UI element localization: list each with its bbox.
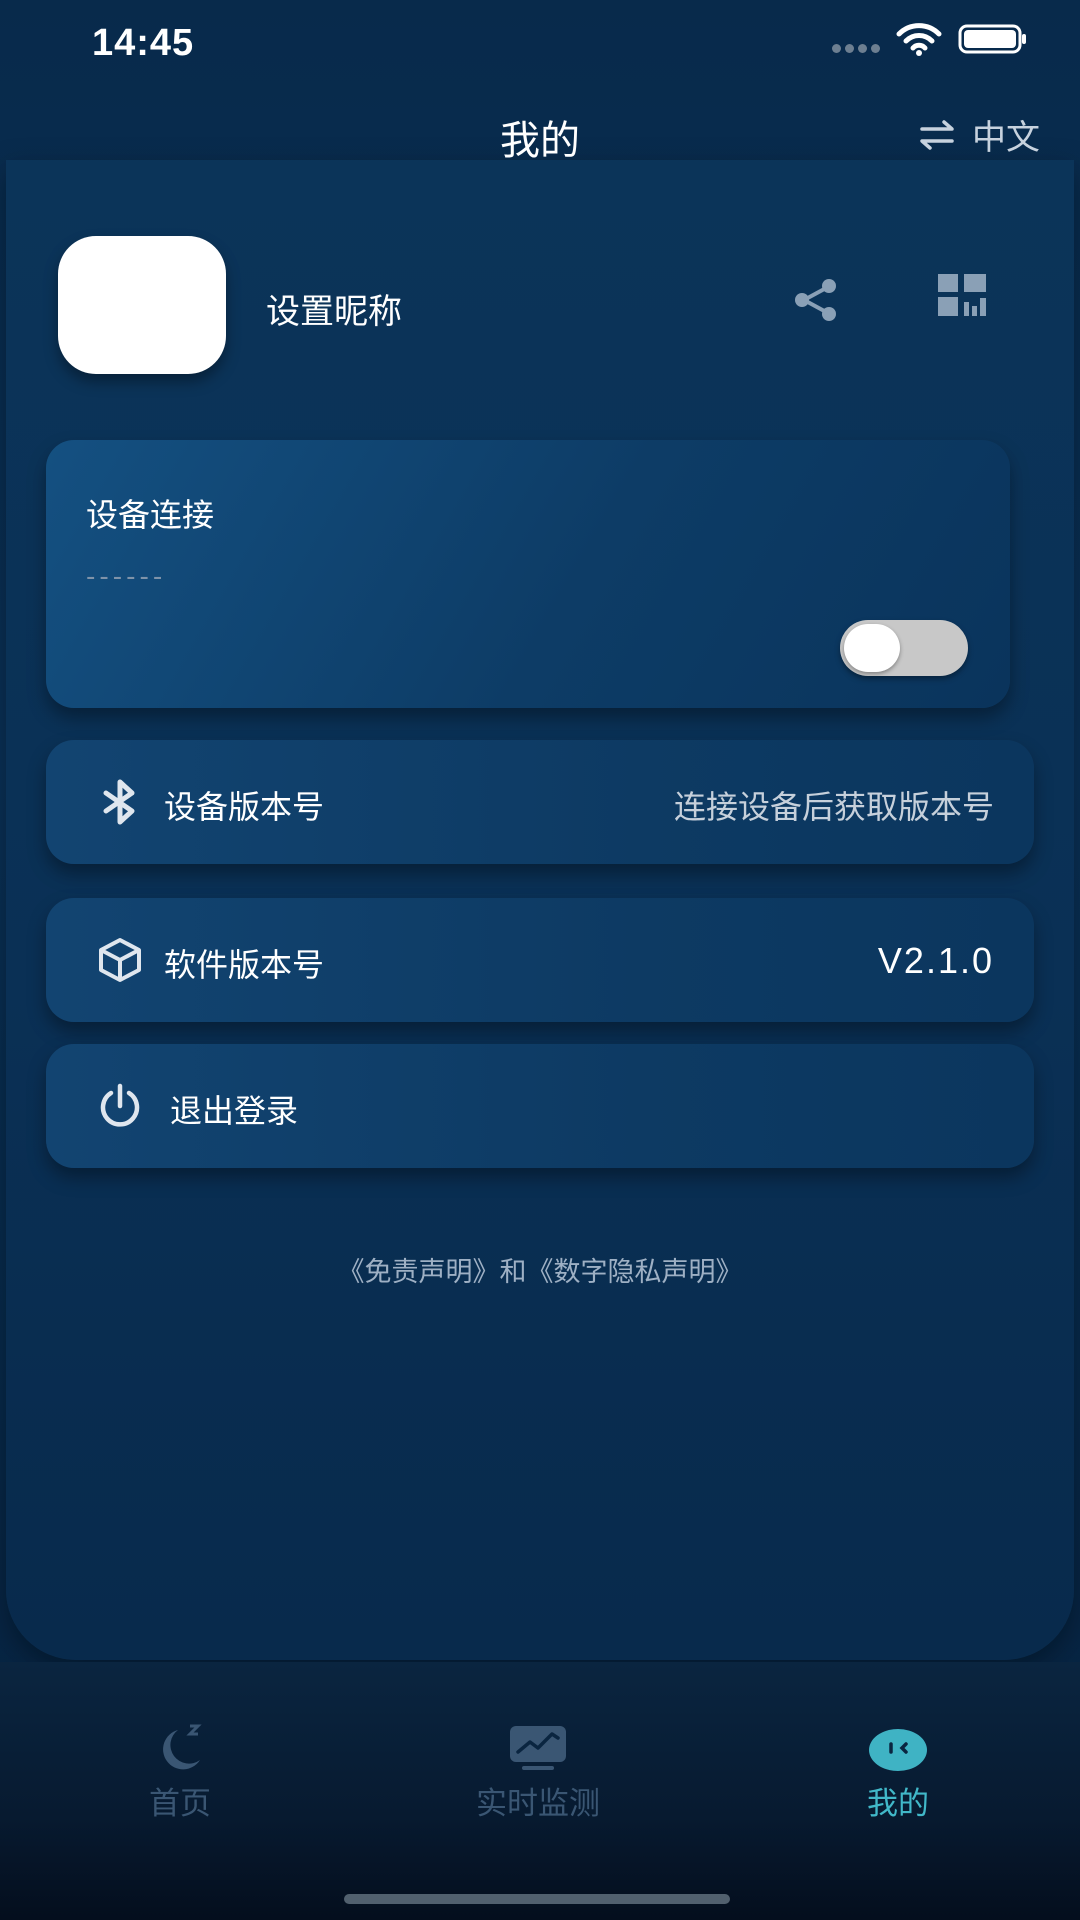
bluetooth-icon xyxy=(103,779,135,825)
device-connection-card: 设备连接 ------ xyxy=(46,440,1010,708)
language-switch[interactable]: 中文 xyxy=(916,110,1040,159)
tab-monitor-label: 实时监测 xyxy=(476,1786,600,1822)
avatar[interactable] xyxy=(58,236,226,374)
device-version-value: 连接设备后获取版本号 xyxy=(673,788,994,826)
moon-icon xyxy=(163,1724,202,1770)
power-icon xyxy=(100,1083,140,1127)
device-connection-status: ------ xyxy=(86,562,167,592)
grid-icon[interactable] xyxy=(936,272,988,318)
software-version-row: 软件版本号 V2.1.0 xyxy=(46,898,1034,1022)
logout-label: 退出登录 xyxy=(170,1092,299,1130)
signal-dots-icon xyxy=(832,44,880,53)
tab-mine[interactable]: 我的 xyxy=(798,1722,998,1823)
nickname-label[interactable]: 设置昵称 xyxy=(266,284,402,333)
language-label: 中文 xyxy=(972,118,1040,158)
screen: 14:45 我的 中文 设置昵称 设备连接 ------ 设备版本号 连接设备后… xyxy=(0,0,1080,1920)
tab-monitor[interactable]: 实时监测 xyxy=(438,1722,638,1823)
tab-mine-label: 我的 xyxy=(867,1786,929,1822)
software-version-label: 软件版本号 xyxy=(164,946,325,984)
device-version-row: 设备版本号 连接设备后获取版本号 xyxy=(46,740,1034,864)
share-icon[interactable] xyxy=(790,274,842,326)
software-version-value: V2.1.0 xyxy=(877,940,994,981)
status-bar: 14:45 xyxy=(0,0,1080,90)
cube-icon xyxy=(99,938,141,982)
tab-home-label: 首页 xyxy=(149,1786,211,1822)
logout-row[interactable]: 退出登录 xyxy=(46,1044,1034,1168)
legal-links[interactable]: 《免责声明》和《数字隐私声明》 xyxy=(0,1250,1080,1289)
tab-bar: 首页 实时监测 我的 xyxy=(0,1662,1080,1920)
face-icon xyxy=(869,1729,927,1771)
battery-icon xyxy=(958,24,1026,54)
swap-icon xyxy=(920,119,954,150)
toggle-knob xyxy=(844,624,900,672)
home-indicator[interactable] xyxy=(344,1894,730,1904)
status-time: 14:45 xyxy=(92,22,195,64)
device-connection-toggle[interactable] xyxy=(840,620,968,676)
device-connection-title: 设备连接 xyxy=(86,496,215,534)
tab-home[interactable]: 首页 xyxy=(80,1722,280,1823)
monitor-chart-icon xyxy=(510,1726,566,1770)
profile-section: 设置昵称 xyxy=(0,236,1080,376)
device-version-label: 设备版本号 xyxy=(164,788,325,826)
wifi-icon xyxy=(896,23,942,56)
